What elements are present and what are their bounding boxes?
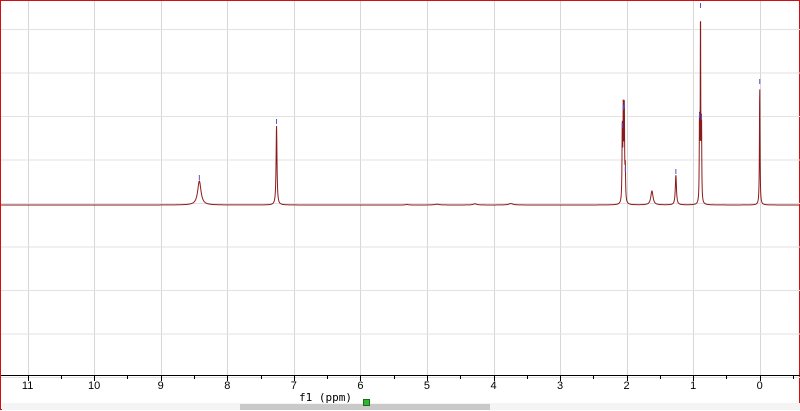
x-tick-label: 0 [757,380,763,392]
spectrum-line [1,21,800,206]
x-tick-label: 8 [224,380,230,392]
x-tick-label: 6 [357,380,363,392]
x-tick-label: 11 [22,380,33,392]
x-tick-label: 2 [624,380,630,392]
x-tick-label: 10 [88,380,100,392]
x-tick-label: 1 [690,380,696,392]
x-tick-label: 4 [490,380,496,392]
nmr-spectrum-plot[interactable]: 11 10 9 8 7 6 5 4 3 2 1 0 [1,1,800,411]
x-tick-label: 3 [557,380,563,392]
horizontal-scrollbar[interactable] [2,403,800,410]
x-tick-label: 7 [291,380,297,392]
x-tick-label: 5 [424,380,430,392]
cursor-marker-icon[interactable] [363,399,370,406]
x-tick-label: 9 [158,380,164,392]
spectrum-window: 11 10 9 8 7 6 5 4 3 2 1 0 f1 (ppm) [0,0,800,410]
